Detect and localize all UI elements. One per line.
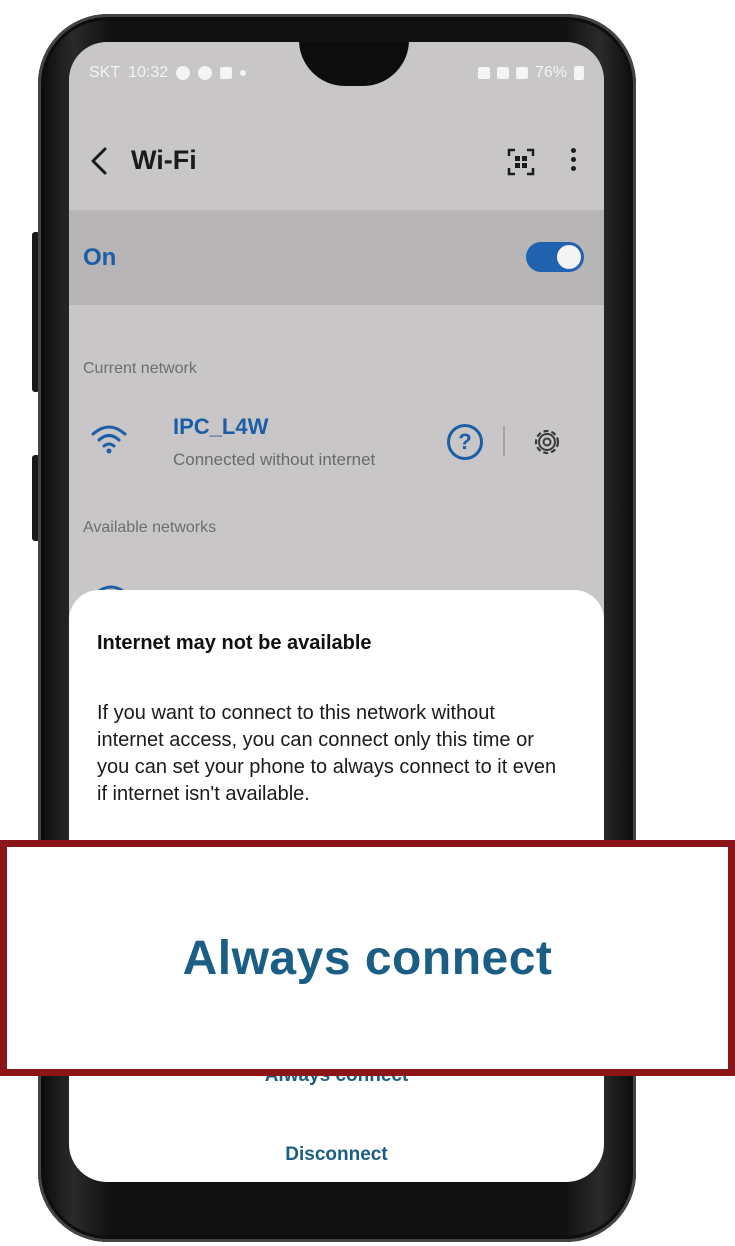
app-notification-icon: [198, 66, 213, 80]
network-name: IPC_L4W: [173, 414, 269, 439]
status-bar: SKT 10:32 76%: [89, 64, 584, 88]
battery-percent: 76%: [534, 64, 567, 81]
back-button[interactable]: [87, 143, 115, 183]
wifi-status-icon: [496, 67, 509, 79]
more-options-button[interactable]: [565, 145, 581, 179]
help-button[interactable]: ?: [447, 424, 483, 460]
dialog-title: Internet may not be available: [97, 632, 372, 654]
b-notification-icon: [220, 67, 233, 79]
network-settings-button[interactable]: [529, 424, 565, 460]
available-networks-header: Available networks: [83, 519, 217, 536]
chevron-left-icon: [91, 147, 107, 175]
callout-label: Always connect: [182, 932, 553, 985]
always-connect-callout: Always connect: [0, 840, 735, 1076]
toggle-knob: [557, 245, 581, 269]
gear-icon: [534, 429, 560, 455]
app-toolbar: Wi-Fi: [69, 137, 604, 187]
page-title: Wi-Fi: [131, 145, 197, 175]
qr-scan-icon: [507, 148, 535, 176]
row-divider: [503, 426, 505, 456]
qr-scan-button[interactable]: [506, 147, 536, 177]
current-network-header: Current network: [83, 360, 197, 377]
battery-icon: [574, 66, 584, 80]
current-network-row[interactable]: IPC_L4W Connected without internet ?: [69, 412, 604, 482]
wifi-toggle[interactable]: [526, 242, 584, 272]
carrier-label: SKT: [89, 64, 121, 81]
dialog-message: If you want to connect to this network w…: [97, 702, 557, 805]
wifi-switch-label: On: [83, 244, 117, 271]
disconnect-button[interactable]: Disconnect: [69, 1144, 604, 1166]
vibrate-icon: [477, 67, 490, 79]
signal-icon: [515, 67, 528, 79]
chat-notification-icon: [176, 66, 191, 80]
more-notifications-dot-icon: [240, 70, 247, 76]
wifi-icon: [91, 425, 127, 454]
network-status: Connected without internet: [173, 450, 376, 469]
wifi-master-switch-bar[interactable]: On: [69, 210, 604, 305]
clock: 10:32: [128, 64, 169, 81]
